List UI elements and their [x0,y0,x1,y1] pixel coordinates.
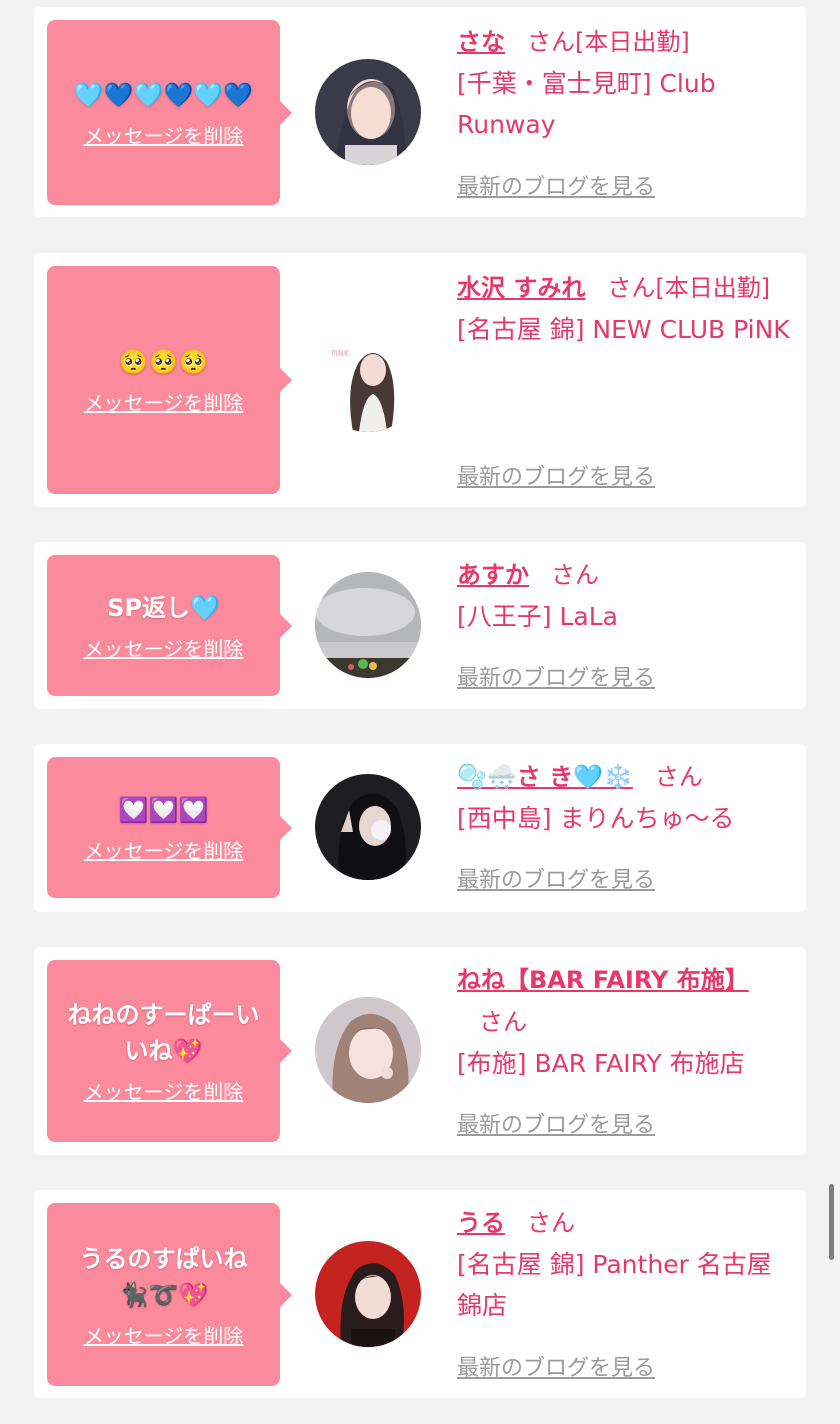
scrollbar[interactable] [829,1184,834,1260]
cast-info: 水沢 すみれ さん[本日出勤] [名古屋 錦] NEW CLUB PiNK 最新の… [457,267,792,490]
latest-blog-link[interactable]: 最新のブログを見る [457,459,655,491]
delete-message-link[interactable]: メッセージを削除 [84,390,244,416]
status-label: [本日出勤] [575,28,690,56]
shop-name: [名古屋 錦] NEW CLUB PiNK [457,315,790,344]
message-text: SP返し🩵 [107,593,220,622]
honorific: さん [607,274,656,302]
latest-blog-link[interactable]: 最新のブログを見る [457,1107,655,1139]
message-text: 🥺🥺🥺 [118,348,209,376]
message-bubble: 🩵💙🩵💙🩵💙 メッセージを削除 [47,20,292,205]
svg-text:PiNK: PiNK [331,349,350,358]
message-bubble: 💟💟💟 メッセージを削除 [47,757,292,898]
latest-blog-link[interactable]: 最新のブログを見る [457,169,655,201]
status-label: [本日出勤] [655,274,771,302]
cast-info: うる さん [名古屋 錦] Panther 名古屋錦店 最新のブログを見る [457,1202,792,1381]
latest-blog-link[interactable]: 最新のブログを見る [457,1350,655,1382]
shop-name: [西中島] まりんちゅ〜る [457,804,735,833]
message-bubble: ねねのすーぱーいいね💖 メッセージを削除 [47,960,292,1142]
cast-info: 🫧🌨️さ き🩵❄️ さん [西中島] まりんちゅ〜る 最新のブログを見る [457,756,792,893]
cast-name-link[interactable]: うる [457,1209,505,1237]
message-bubble: うるのすぱいね🐈‍⬛➰💖 メッセージを削除 [47,1203,292,1386]
cast-name-link[interactable]: 水沢 すみれ [457,274,585,302]
avatar[interactable] [315,572,421,678]
avatar[interactable]: PiNK [315,326,421,432]
delete-message-link[interactable]: メッセージを削除 [84,1079,244,1105]
message-card: 💟💟💟 メッセージを削除 🫧🌨️さ き🩵❄️ さん [西中島] まりんちゅ〜る 最… [34,744,806,912]
delete-message-link[interactable]: メッセージを削除 [84,123,244,149]
shop-name: [千葉・富士見町] Club Runway [457,69,716,139]
honorific: さん [527,28,575,56]
honorific: さん [551,561,599,589]
message-card: 🥺🥺🥺 メッセージを削除 PiNK 水沢 すみれ さん[本日出勤] [名古屋 錦]… [34,253,806,507]
latest-blog-link[interactable]: 最新のブログを見る [457,660,655,692]
cast-name-link[interactable]: 🫧🌨️さ き🩵❄️ [457,763,633,791]
message-card: 🩵💙🩵💙🩵💙 メッセージを削除 さな さん[本日出勤] [千葉・富士見町] Clu… [34,7,806,217]
message-text: ねねのすーぱーいいね💖 [67,1001,260,1065]
message-bubble: 🥺🥺🥺 メッセージを削除 [47,266,292,494]
message-card: SP返し🩵 メッセージを削除 あすか さん [八王子] LaLa 最新のブログを見… [34,542,806,709]
message-card: うるのすぱいね🐈‍⬛➰💖 メッセージを削除 うる さん [名古屋 錦] Panth… [34,1190,806,1398]
honorific: さん [654,763,703,791]
avatar[interactable] [315,59,421,165]
shop-name: [八王子] LaLa [457,602,618,631]
delete-message-link[interactable]: メッセージを削除 [84,1323,244,1349]
message-bubble: SP返し🩵 メッセージを削除 [47,555,292,696]
cast-info: さな さん[本日出勤] [千葉・富士見町] Club Runway 最新のブログを… [457,21,792,200]
delete-message-link[interactable]: メッセージを削除 [84,838,244,864]
message-text: うるのすぱいね🐈‍⬛➰💖 [79,1244,248,1309]
delete-message-link[interactable]: メッセージを削除 [84,636,244,662]
cast-info: あすか さん [八王子] LaLa 最新のブログを見る [457,554,792,691]
honorific: さん [527,1209,575,1237]
avatar[interactable] [315,1241,421,1347]
cast-info: ねね【BAR FAIRY 布施】さん [布施] BAR FAIRY 布施店 最新… [457,959,792,1138]
cast-name-link[interactable]: さな [457,28,505,56]
cast-name-link[interactable]: ねね【BAR FAIRY 布施】 [457,966,749,994]
message-card: ねねのすーぱーいいね💖 メッセージを削除 ねね【BAR FAIRY 布施】さん … [34,947,806,1155]
avatar[interactable] [315,997,421,1103]
avatar[interactable] [315,774,421,880]
cast-name-link[interactable]: あすか [457,561,529,589]
message-text: 🩵💙🩵💙🩵💙 [73,80,254,109]
latest-blog-link[interactable]: 最新のブログを見る [457,862,655,894]
honorific: さん [479,1008,527,1036]
message-text: 💟💟💟 [118,795,209,824]
shop-name: [名古屋 錦] Panther 名古屋錦店 [457,1250,772,1320]
shop-name: [布施] BAR FAIRY 布施店 [457,1049,745,1078]
